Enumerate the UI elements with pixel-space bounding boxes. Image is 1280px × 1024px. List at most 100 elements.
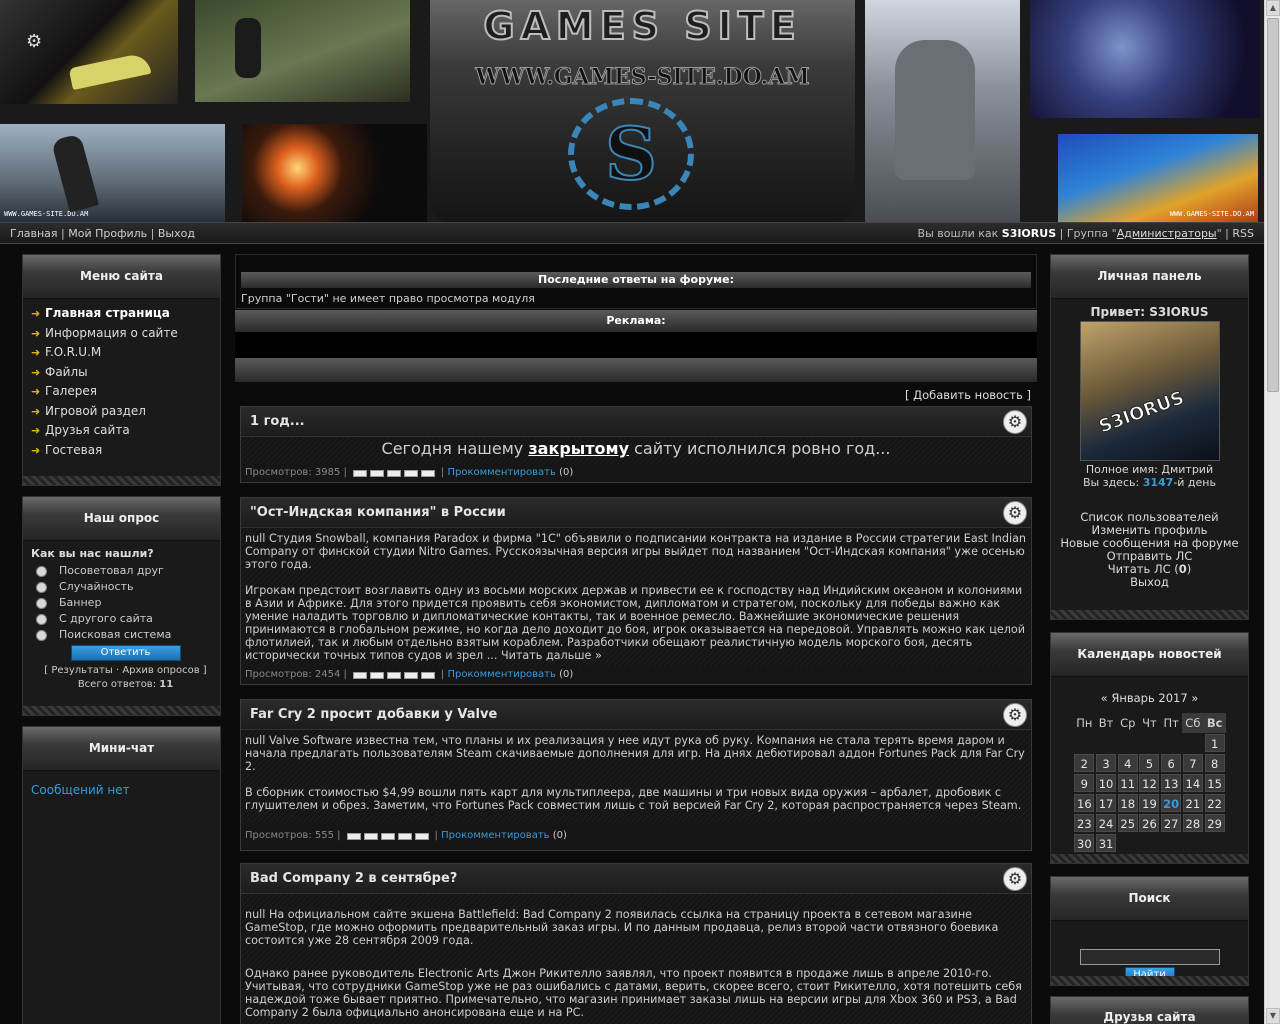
menu-item-forum[interactable]: ➜ F.O.R.U.M xyxy=(31,343,220,363)
calendar-day[interactable]: 19 xyxy=(1139,794,1160,812)
news-views: Просмотров: 2454 xyxy=(245,669,341,680)
radio-button[interactable] xyxy=(36,629,47,641)
poll-option[interactable]: Поисковая система xyxy=(31,627,220,643)
calendar-cell: 12 xyxy=(1139,773,1161,793)
group-link[interactable]: Администраторы xyxy=(1117,227,1217,240)
nav-profile-link[interactable]: Мой Профиль xyxy=(68,227,147,240)
calendar-day[interactable]: 6 xyxy=(1161,754,1182,772)
poll-submit-button[interactable]: Ответить xyxy=(70,645,181,661)
poll-option[interactable]: Баннер xyxy=(31,595,220,611)
calendar-day[interactable]: 27 xyxy=(1161,814,1182,832)
calendar-month-nav[interactable]: « Январь 2017 » xyxy=(1051,691,1248,705)
gear-icon[interactable]: ⚙ xyxy=(1003,501,1027,525)
calendar-day[interactable]: 7 xyxy=(1182,754,1203,772)
poll-option[interactable]: Посоветовал друг xyxy=(31,563,220,579)
calendar-day[interactable]: 10 xyxy=(1096,774,1117,792)
scroll-up-arrow-icon[interactable]: ▲ xyxy=(1266,0,1280,16)
header-image-racing xyxy=(0,0,178,104)
calendar-day[interactable]: 11 xyxy=(1117,774,1138,792)
menu-item-files[interactable]: ➜ Файлы xyxy=(31,363,220,383)
calendar-day[interactable]: 24 xyxy=(1096,814,1117,832)
calendar-cell: 30 xyxy=(1074,833,1096,853)
search-input[interactable] xyxy=(1079,949,1220,965)
calendar-day[interactable]: 29 xyxy=(1204,814,1225,832)
menu-item-label: F.O.R.U.M xyxy=(45,345,102,360)
arrow-icon: ➜ xyxy=(31,443,41,457)
avatar[interactable]: S3IORUS xyxy=(1079,321,1220,461)
poll-option[interactable]: С другого сайта xyxy=(31,611,220,627)
news-item: 1 год... ⚙ Сегодня нашему закрытому сайту… xyxy=(240,406,1032,483)
calendar-day[interactable]: 21 xyxy=(1182,794,1203,812)
calendar-day[interactable]: 31 xyxy=(1096,834,1117,852)
calendar-cell: 4 xyxy=(1117,753,1139,773)
logo-emblem: S xyxy=(568,98,694,210)
calendar-day[interactable]: 3 xyxy=(1096,754,1117,772)
calendar-day[interactable]: 12 xyxy=(1139,774,1160,792)
gear-icon[interactable]: ⚙ xyxy=(1003,703,1027,727)
calendar-day[interactable]: 8 xyxy=(1204,754,1225,772)
radio-button[interactable] xyxy=(36,597,47,609)
calendar-day[interactable]: 9 xyxy=(1074,774,1095,792)
settings-gear-icon[interactable]: ⚙ xyxy=(26,32,46,52)
calendar-day[interactable]: 28 xyxy=(1182,814,1203,832)
news-title[interactable]: Far Cry 2 просит добавки у Valve ⚙ xyxy=(241,700,1031,730)
nav-logout-link[interactable]: Выход xyxy=(158,227,195,240)
calendar-day[interactable]: 4 xyxy=(1117,754,1138,772)
comment-link[interactable]: Прокомментировать xyxy=(447,464,555,482)
radio-button[interactable] xyxy=(36,613,47,625)
menu-item-games[interactable]: ➜ Игровой раздел xyxy=(31,402,220,422)
calendar-day[interactable]: 30 xyxy=(1074,834,1095,852)
calendar-day[interactable]: 14 xyxy=(1182,774,1203,792)
scrollbar-thumb[interactable] xyxy=(1267,18,1279,392)
rating-stars[interactable] xyxy=(352,671,435,679)
poll-total: Всего ответов: 11 xyxy=(31,679,220,690)
poll-form: Как вы нас нашли? Посоветовал друг Случа… xyxy=(23,541,220,690)
menu-item-gallery[interactable]: ➜ Галерея xyxy=(31,382,220,402)
page-scrollbar[interactable]: ▲ ▼ xyxy=(1264,0,1280,1024)
scroll-down-arrow-icon[interactable]: ▼ xyxy=(1266,1008,1280,1024)
calendar-day[interactable]: 18 xyxy=(1117,794,1138,812)
calendar-day[interactable]: 23 xyxy=(1074,814,1095,832)
poll-results-link[interactable]: Результаты xyxy=(51,665,112,676)
rating-stars[interactable] xyxy=(346,832,429,840)
arrow-icon: ➜ xyxy=(31,404,41,418)
rss-link[interactable]: RSS xyxy=(1232,227,1254,240)
comment-link[interactable]: Прокомментировать xyxy=(447,666,555,684)
nav-home-link[interactable]: Главная xyxy=(10,227,58,240)
calendar-day[interactable]: 5 xyxy=(1139,754,1160,772)
gear-icon[interactable]: ⚙ xyxy=(1003,867,1027,891)
calendar-day[interactable]: 2 xyxy=(1074,754,1095,772)
calendar-day[interactable]: 15 xyxy=(1204,774,1225,792)
calendar-day[interactable]: 1 xyxy=(1204,734,1225,752)
calendar-day[interactable]: 17 xyxy=(1096,794,1117,812)
logout-link[interactable]: Выход xyxy=(1051,576,1248,589)
calendar-cell: 27 xyxy=(1160,813,1182,833)
calendar-week: 9 10 11 12 13 14 15 xyxy=(1074,773,1226,793)
menu-item-friends[interactable]: ➜ Друзья сайта xyxy=(31,421,220,441)
poll-archive-link[interactable]: Архив опросов xyxy=(122,665,199,676)
news-title[interactable]: 1 год... ⚙ xyxy=(241,407,1031,437)
calendar-day[interactable]: 22 xyxy=(1204,794,1225,812)
radio-button[interactable] xyxy=(36,581,47,593)
calendar-day[interactable]: 16 xyxy=(1074,794,1095,812)
add-news-link[interactable]: [ Добавить новость ] xyxy=(905,388,1031,402)
poll-submit-wrap: Ответить xyxy=(31,645,220,661)
rating-stars[interactable] xyxy=(352,469,435,477)
calendar-day[interactable]: 20 xyxy=(1161,794,1182,812)
menu-item-about[interactable]: ➜ Информация о сайте xyxy=(31,324,220,344)
radio-button[interactable] xyxy=(36,565,47,577)
gear-icon[interactable]: ⚙ xyxy=(1003,410,1027,434)
calendar-day[interactable]: 26 xyxy=(1139,814,1160,832)
calendar-day[interactable]: 25 xyxy=(1117,814,1138,832)
news-title[interactable]: Bad Company 2 в сентябре? ⚙ xyxy=(241,864,1031,894)
menu-item-label: Информация о сайте xyxy=(45,325,178,340)
site-logo[interactable]: GAMES SITE WWW.GAMES-SITE.DO.AM S xyxy=(430,0,855,222)
menu-item-home[interactable]: ➜ Главная страница xyxy=(31,304,220,324)
user-bar: Главная | Мой Профиль | Выход Вы вошли к… xyxy=(0,222,1264,244)
poll-option[interactable]: Случайность xyxy=(31,579,220,595)
calendar-day[interactable]: 13 xyxy=(1161,774,1182,792)
personal-info: Привет: S3IORUS S3IORUS Полное имя: Дмит… xyxy=(1051,299,1248,489)
news-title[interactable]: "Ост-Индская компания" в России ⚙ xyxy=(241,498,1031,528)
menu-item-guestbook[interactable]: ➜ Гостевая xyxy=(31,441,220,461)
comment-link[interactable]: Прокомментировать xyxy=(441,827,549,845)
